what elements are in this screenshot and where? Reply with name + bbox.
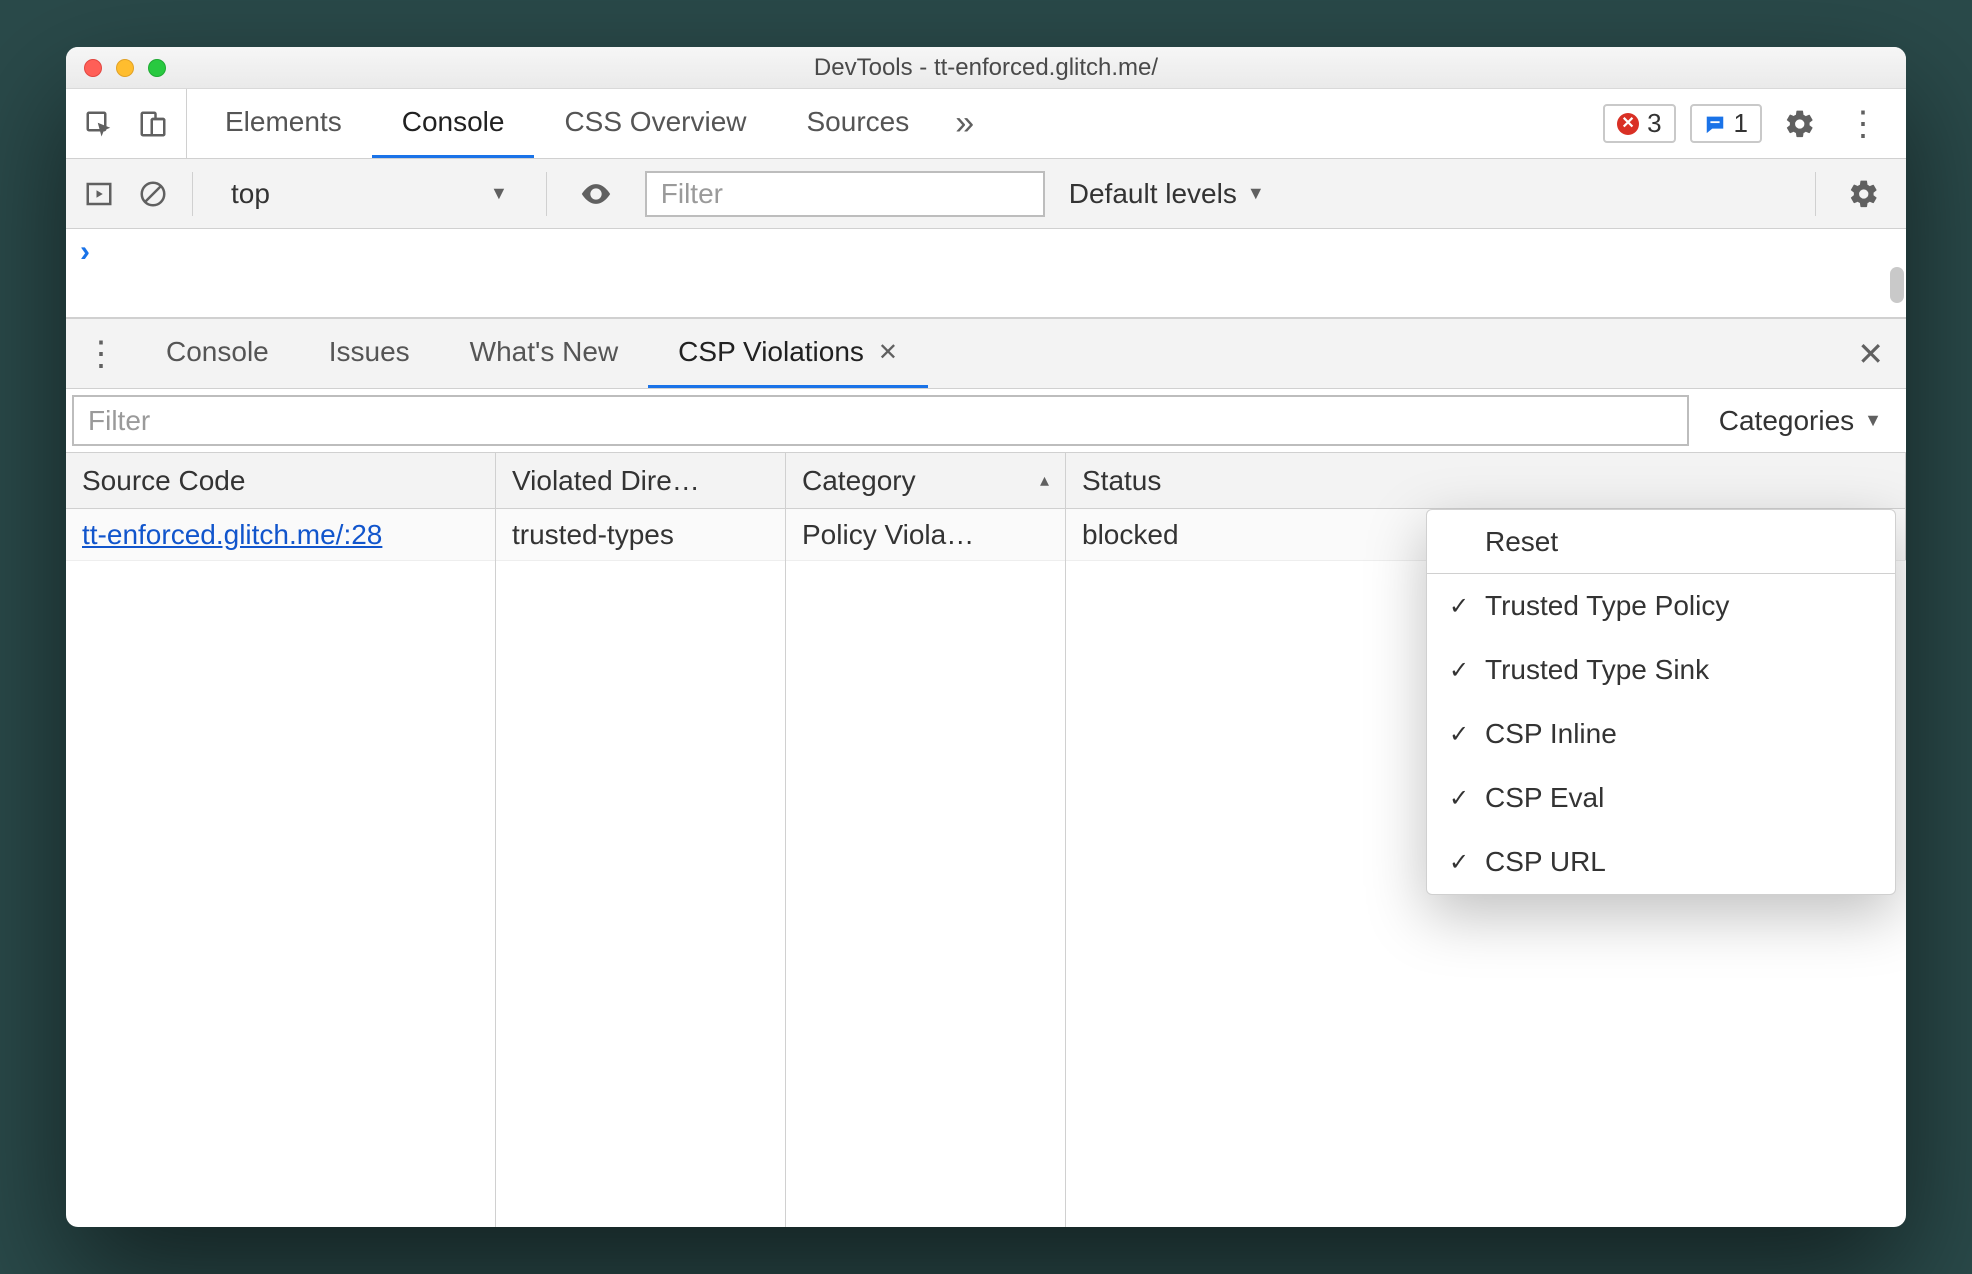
console-filter-input[interactable]: Filter [645,171,1045,217]
console-prompt-icon: › [66,229,1906,275]
categories-reset-label: Reset [1485,526,1558,558]
tab-css-overview[interactable]: CSS Overview [534,89,776,158]
drawer-tab-csp-violations[interactable]: CSP Violations ✕ [648,319,928,388]
cell-category: Policy Viola… [786,509,1066,560]
csp-filter-input[interactable]: Filter [72,395,1689,446]
th-violated-directive[interactable]: Violated Dire… [496,453,786,508]
chevron-down-icon: ▼ [1247,183,1265,204]
close-drawer-icon[interactable]: ✕ [1835,319,1906,388]
chevron-down-icon: ▼ [1864,410,1882,431]
drawer-tab-issues[interactable]: Issues [299,319,440,388]
window-title: DevTools - tt-enforced.glitch.me/ [66,54,1906,82]
message-icon [1704,113,1726,135]
category-item-label: CSP Eval [1485,782,1604,814]
close-tab-icon[interactable]: ✕ [878,338,898,367]
drawer-menu-icon[interactable]: ⋮ [66,319,136,388]
tab-elements[interactable]: Elements [195,89,372,158]
message-count-badge[interactable]: 1 [1690,104,1762,143]
console-settings-icon[interactable] [1840,178,1888,210]
log-level-selector[interactable]: Default levels ▼ [1069,178,1265,210]
category-item-label: Trusted Type Policy [1485,590,1729,622]
cell-directive: trusted-types [496,509,786,560]
execution-context-selector[interactable]: top ▼ [217,178,522,210]
live-expression-icon[interactable] [571,177,621,211]
category-item-trusted-type-policy[interactable]: ✓ Trusted Type Policy [1427,574,1895,638]
execution-context-label: top [231,178,270,210]
th-category[interactable]: Category ▴ [786,453,1066,508]
drawer-tab-csp-violations-label: CSP Violations [678,336,864,368]
check-icon: ✓ [1449,592,1469,621]
th-source-code[interactable]: Source Code [66,453,496,508]
category-item-label: CSP Inline [1485,718,1617,750]
console-output-area[interactable]: › [66,229,1906,319]
csp-filter-row: Filter Categories ▼ [66,389,1906,453]
clear-console-icon[interactable] [138,179,168,209]
settings-icon[interactable] [1776,108,1824,140]
console-filter-placeholder: Filter [661,178,723,210]
drawer-tab-whats-new[interactable]: What's New [440,319,649,388]
scrollbar-thumb[interactable] [1890,267,1904,303]
category-item-csp-url[interactable]: ✓ CSP URL [1427,830,1895,894]
categories-dropdown-menu: Reset ✓ Trusted Type Policy ✓ Trusted Ty… [1426,509,1896,895]
devtools-window: DevTools - tt-enforced.glitch.me/ Elemen… [66,47,1906,1227]
window-zoom-button[interactable] [148,59,166,77]
drawer-tab-bar: ⋮ Console Issues What's New CSP Violatio… [66,319,1906,389]
chevron-down-icon: ▼ [490,183,508,204]
category-item-csp-eval[interactable]: ✓ CSP Eval [1427,766,1895,830]
console-toolbar: top ▼ Filter Default levels ▼ [66,159,1906,229]
main-tab-bar: Elements Console CSS Overview Sources » … [66,89,1906,159]
sort-asc-icon: ▴ [1040,470,1049,491]
categories-dropdown-button[interactable]: Categories ▼ [1695,389,1906,452]
inspect-element-icon[interactable] [84,109,114,139]
category-item-label: Trusted Type Sink [1485,654,1709,686]
log-level-label: Default levels [1069,178,1237,210]
main-menu-icon[interactable]: ⋮ [1838,104,1888,144]
csp-violations-table: Source Code Violated Dire… Category ▴ St… [66,453,1906,1227]
th-category-label: Category [802,465,916,497]
error-count-badge[interactable]: ✕ 3 [1603,104,1675,143]
category-item-csp-inline[interactable]: ✓ CSP Inline [1427,702,1895,766]
source-link[interactable]: tt-enforced.glitch.me/:28 [82,519,382,551]
check-icon: ✓ [1449,720,1469,749]
categories-reset-item[interactable]: Reset [1427,510,1895,574]
category-item-label: CSP URL [1485,846,1606,878]
window-close-button[interactable] [84,59,102,77]
drawer-tab-console[interactable]: Console [136,319,299,388]
csp-filter-placeholder: Filter [88,405,150,437]
console-sidebar-toggle-icon[interactable] [84,179,114,209]
check-icon: ✓ [1449,784,1469,813]
categories-label: Categories [1719,405,1854,437]
error-icon: ✕ [1617,113,1639,135]
check-icon: ✓ [1449,848,1469,877]
message-count: 1 [1734,108,1748,139]
table-header-row: Source Code Violated Dire… Category ▴ St… [66,453,1906,509]
th-status[interactable]: Status [1066,453,1906,508]
window-titlebar: DevTools - tt-enforced.glitch.me/ [66,47,1906,89]
check-icon: ✓ [1449,656,1469,685]
category-item-trusted-type-sink[interactable]: ✓ Trusted Type Sink [1427,638,1895,702]
device-toolbar-icon[interactable] [138,109,168,139]
tab-sources[interactable]: Sources [777,89,940,158]
more-tabs-button[interactable]: » [939,89,990,158]
error-count: 3 [1647,108,1661,139]
table-body: tt-enforced.glitch.me/:28 trusted-types … [66,509,1906,1227]
tab-console[interactable]: Console [372,89,535,158]
window-minimize-button[interactable] [116,59,134,77]
